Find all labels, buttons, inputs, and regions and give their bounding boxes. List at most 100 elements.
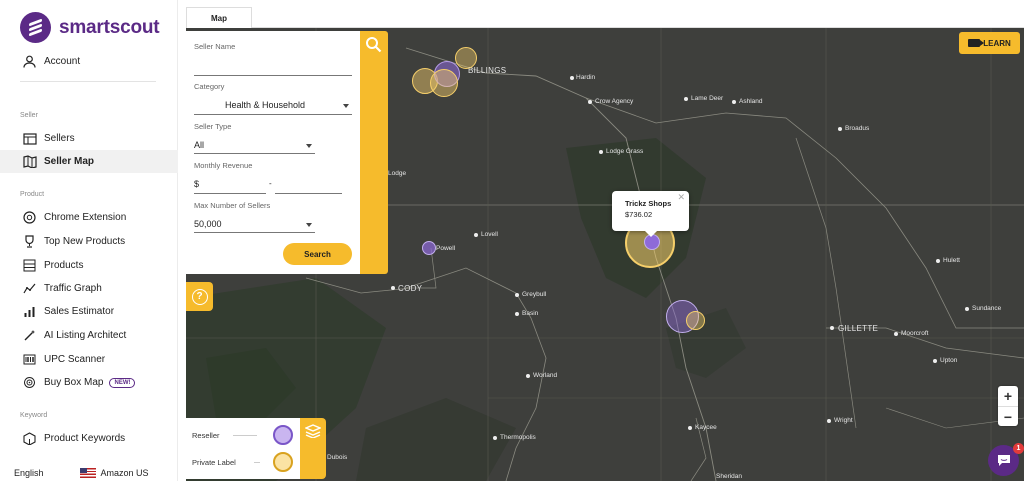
town-dot xyxy=(570,76,574,80)
town-dot xyxy=(732,100,736,104)
private-label-marker[interactable] xyxy=(686,311,705,330)
sidebar-item-traffic-graph[interactable]: Traffic Graph xyxy=(0,277,178,300)
sidebar-item-label: Sellers xyxy=(44,133,75,144)
town-label: Wright xyxy=(834,417,853,424)
close-icon[interactable]: ✕ xyxy=(677,192,685,203)
marketplace-label: Amazon US xyxy=(100,468,149,478)
trophy-icon xyxy=(22,234,37,249)
seller-type-select[interactable]: All xyxy=(194,140,204,150)
sidebar-item-seller-map[interactable]: Seller Map xyxy=(0,150,178,173)
sidebar-item-label: Account xyxy=(44,56,81,67)
town-label: CODY xyxy=(398,284,423,293)
revenue-separator: - xyxy=(269,179,272,188)
keyword-box-icon xyxy=(22,431,37,446)
town-dot xyxy=(474,233,478,237)
town-dot xyxy=(827,419,831,423)
town-dot xyxy=(493,436,497,440)
category-label: Category xyxy=(194,82,225,91)
sidebar-item-ai-listing-architect[interactable]: AI Listing Architect xyxy=(0,324,178,347)
learn-button[interactable]: LEARN xyxy=(959,32,1020,54)
sidebar-item-buy-box-map[interactable]: Buy Box Map NEW! xyxy=(0,371,178,394)
town-dot xyxy=(588,100,592,104)
sidebar-item-top-new-products[interactable]: Top New Products xyxy=(0,230,178,253)
sidebar-item-label: Product Keywords xyxy=(44,433,126,444)
search-icon xyxy=(366,37,382,53)
tab-map[interactable]: Map xyxy=(186,7,252,28)
town-label: Powell xyxy=(436,245,456,252)
category-select[interactable]: Health & Household xyxy=(225,100,305,110)
town-dot xyxy=(933,359,937,363)
sidebar-item-label: Buy Box Map xyxy=(44,377,104,388)
private-label-marker[interactable] xyxy=(430,69,458,97)
legend-line xyxy=(254,462,260,463)
town-dot xyxy=(936,259,940,263)
map-icon xyxy=(22,154,37,169)
sidebar-item-label: Top New Products xyxy=(44,236,126,247)
town-dot xyxy=(894,332,898,336)
town-label: Thermopolis xyxy=(500,434,536,441)
town-dot xyxy=(391,286,395,290)
sidebar-item-upc-scanner[interactable]: UPC Scanner xyxy=(0,348,178,371)
logo-text: smartscout xyxy=(59,16,160,38)
legend-toggle[interactable] xyxy=(300,418,326,479)
town-label: Upton xyxy=(940,357,958,364)
target-icon xyxy=(22,375,37,390)
chevron-down-icon xyxy=(306,144,312,148)
chevron-down-icon xyxy=(343,104,349,108)
seller-name-input[interactable] xyxy=(194,75,352,76)
help-button[interactable]: ? xyxy=(186,282,213,311)
monthly-revenue-label: Monthly Revenue xyxy=(194,161,253,170)
sidebar-item-product-keywords[interactable]: Product Keywords xyxy=(0,427,178,450)
town-label: Kaycee xyxy=(695,424,717,431)
legend-line xyxy=(233,435,257,436)
town-dot xyxy=(965,307,969,311)
sidebar-item-sellers[interactable]: Sellers xyxy=(0,127,178,150)
legend-panel: Reseller Private Label xyxy=(186,418,300,479)
sidebar-item-products[interactable]: Products xyxy=(0,254,178,277)
zoom-controls: + − xyxy=(998,386,1018,426)
town-label: Worland xyxy=(533,372,558,379)
user-icon xyxy=(22,54,37,69)
zoom-out-button[interactable]: − xyxy=(998,406,1018,426)
town-dot xyxy=(515,312,519,316)
chrome-icon xyxy=(22,210,37,225)
zoom-in-button[interactable]: + xyxy=(998,386,1018,406)
filter-panel-toggle[interactable] xyxy=(360,31,388,274)
legend-reseller-label: Reseller xyxy=(192,431,220,440)
town-label: Lame Deer xyxy=(691,95,724,102)
marketplace-selector[interactable]: Amazon US xyxy=(79,468,149,478)
reseller-marker[interactable] xyxy=(422,241,436,255)
legend-reseller-swatch xyxy=(273,425,293,445)
town-dot xyxy=(515,293,519,297)
town-label: GILLETTE xyxy=(838,324,879,333)
sidebar-item-label: Traffic Graph xyxy=(44,283,102,294)
popup-revenue: $736.02 xyxy=(625,210,653,219)
sidebar-item-chrome-extension[interactable]: Chrome Extension xyxy=(0,206,178,229)
town-dot xyxy=(526,374,530,378)
sidebar-item-label: Products xyxy=(44,260,84,271)
seller-name-label: Seller Name xyxy=(194,42,236,51)
revenue-max-input[interactable] xyxy=(275,193,342,194)
town-label: Greybull xyxy=(522,291,547,298)
seller-type-label: Seller Type xyxy=(194,122,232,131)
divider xyxy=(20,81,156,82)
chevron-down-icon xyxy=(306,223,312,227)
private-label-marker[interactable] xyxy=(455,47,477,69)
chat-icon xyxy=(997,455,1010,466)
section-label-product: Product xyxy=(20,191,45,198)
town-label: Basin xyxy=(522,310,539,317)
max-sellers-select[interactable]: 50,000 xyxy=(194,219,222,229)
max-sellers-label: Max Number of Sellers xyxy=(194,201,271,210)
app-root: smartscout Account Seller Sellers Seller… xyxy=(0,0,1024,481)
revenue-min-input[interactable] xyxy=(194,193,266,194)
filter-panel: Seller Name Category Health & Household … xyxy=(186,31,360,274)
search-button[interactable]: Search xyxy=(283,243,352,265)
town-dot xyxy=(830,326,834,330)
language-selector[interactable]: English xyxy=(14,468,44,478)
sidebar-item-sales-estimator[interactable]: Sales Estimator xyxy=(0,300,178,323)
logo[interactable]: smartscout xyxy=(20,12,160,43)
legend-private-label-swatch xyxy=(273,452,293,472)
town-dot xyxy=(599,150,603,154)
sidebar-item-account[interactable]: Account xyxy=(0,50,178,73)
tab-bar: Map xyxy=(186,0,1024,28)
